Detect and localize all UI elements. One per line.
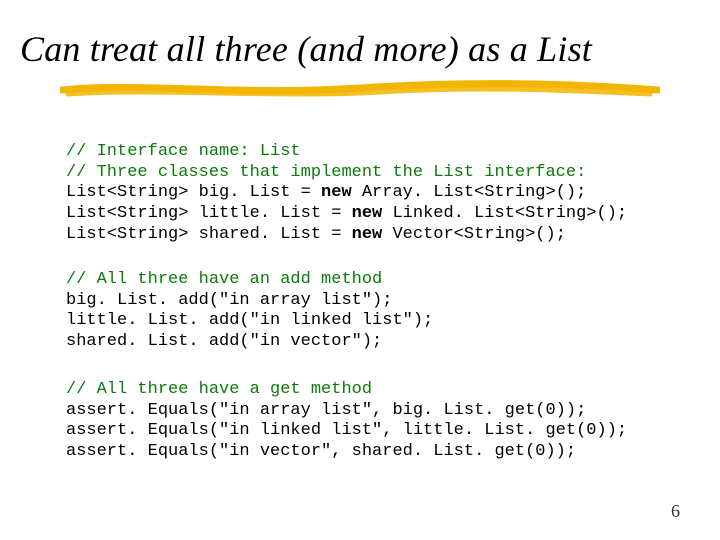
code-line: List<String> big. List = new Array. List… <box>66 183 586 202</box>
title-underline <box>60 78 660 98</box>
code-line: List<String> shared. List = new Vector<S… <box>66 225 566 244</box>
slide-title: Can treat all three (and more) as a List <box>20 28 592 70</box>
code-line: assert. Equals("in linked list", little.… <box>66 421 627 440</box>
code-line: assert. Equals("in vector", shared. List… <box>66 442 576 461</box>
code-line: shared. List. add("in vector"); <box>66 332 382 351</box>
code-comment: // All three have a get method <box>66 380 372 399</box>
code-comment: // Interface name: List <box>66 142 301 161</box>
page-number: 6 <box>671 501 680 522</box>
keyword-new: new <box>352 204 383 223</box>
slide: Can treat all three (and more) as a List… <box>0 0 720 540</box>
keyword-new: new <box>352 225 383 244</box>
code-line: little. List. add("in linked list"); <box>66 311 433 330</box>
code-block-add: // All three have an add method big. Lis… <box>66 270 433 353</box>
code-line: List<String> little. List = new Linked. … <box>66 204 627 223</box>
code-comment: // Three classes that implement the List… <box>66 163 586 182</box>
code-block-declarations: // Interface name: List // Three classes… <box>66 142 627 246</box>
code-line: assert. Equals("in array list", big. Lis… <box>66 401 586 420</box>
code-block-get: // All three have a get method assert. E… <box>66 380 627 463</box>
code-comment: // All three have an add method <box>66 270 382 289</box>
code-line: big. List. add("in array list"); <box>66 291 392 310</box>
keyword-new: new <box>321 183 352 202</box>
